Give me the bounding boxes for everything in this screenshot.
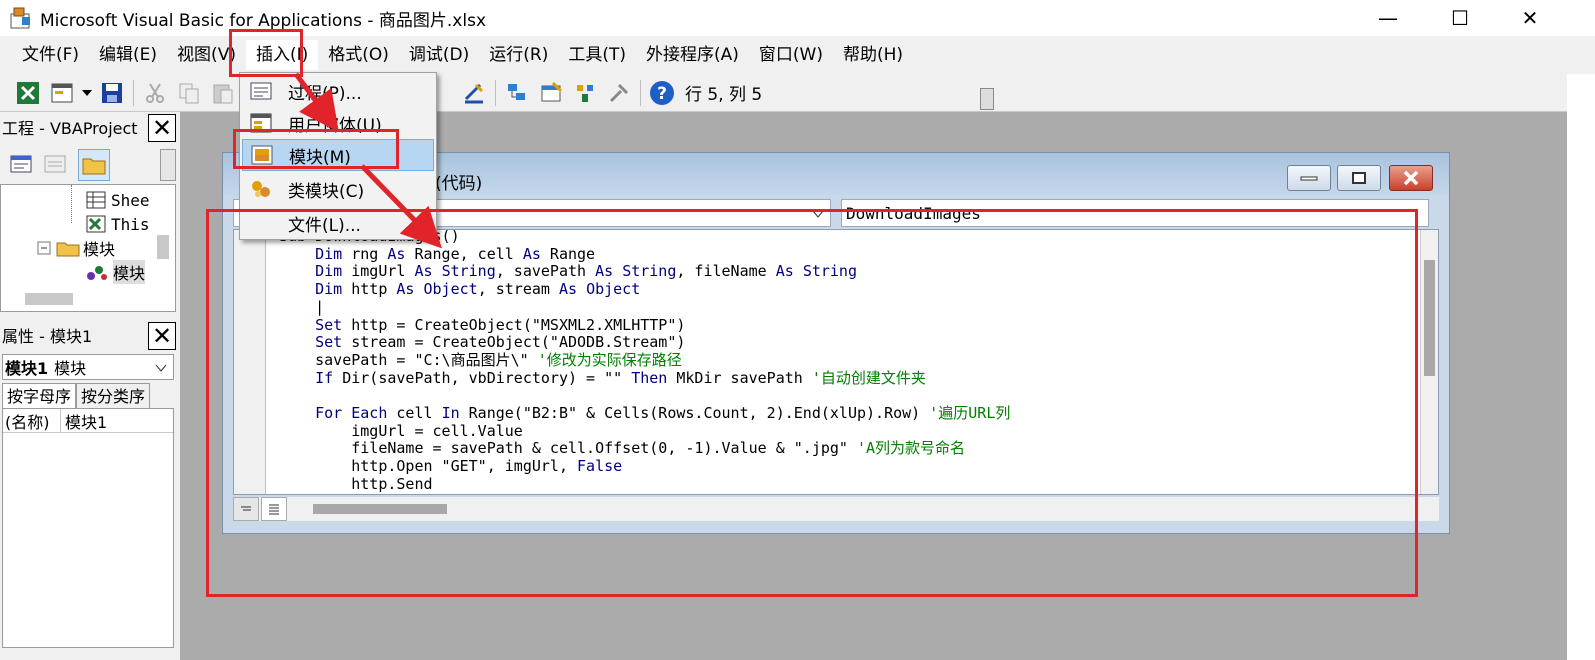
tree-folder-modules[interactable]: 模块: [37, 237, 115, 259]
design-mode-icon[interactable]: [460, 79, 488, 107]
insert-userform-icon[interactable]: [48, 79, 76, 107]
minimize-button[interactable]: —: [1353, 0, 1423, 36]
tree-item-sheet[interactable]: Shee: [85, 189, 150, 211]
close-button[interactable]: ✕: [1495, 0, 1565, 36]
folder-icon: [56, 242, 80, 257]
object-type: 模块: [54, 359, 87, 378]
worksheet-icon: [86, 191, 106, 209]
menu-item-label: 过程(P)...: [288, 83, 362, 104]
insert-class-module-item[interactable]: 类模块(C): [242, 173, 434, 205]
toggle-folders-icon[interactable]: [78, 149, 110, 181]
paste-icon[interactable]: [209, 79, 237, 107]
view-object-icon[interactable]: [42, 151, 70, 179]
code-window-title: (代码): [435, 174, 483, 194]
chevron-down-icon: [155, 364, 167, 372]
svg-text:?: ?: [657, 84, 667, 104]
toolbar-separator: [133, 79, 134, 106]
code-window-close-icon[interactable]: [1389, 165, 1433, 191]
maximize-button[interactable]: ☐: [1425, 0, 1495, 36]
tab-categorized[interactable]: 按分类序: [76, 383, 151, 409]
tree-vscroll-thumb[interactable]: [157, 235, 169, 259]
properties-pane-title-text: 属性 - 模块1: [2, 327, 93, 346]
code-window-minimize-icon[interactable]: [1287, 165, 1331, 191]
property-row[interactable]: (名称) 模块1: [3, 409, 173, 433]
insert-procedure-item[interactable]: 过程(P)...: [242, 75, 434, 107]
project-tree: Shee This 模块 模块: [0, 184, 176, 312]
excel-icon[interactable]: [14, 79, 42, 107]
workbook-icon: [86, 215, 106, 233]
toolbar-empty-area: [1000, 74, 1595, 112]
module-icon: [87, 266, 107, 280]
tree-item-module[interactable]: 模块: [85, 260, 146, 284]
tab-alphabetic[interactable]: 按字母序: [2, 383, 77, 409]
tree-item-label: This: [111, 214, 150, 234]
project-pane-toolbar: [0, 145, 180, 183]
project-explorer-icon[interactable]: [503, 79, 531, 107]
annotation-box-module-item: [233, 129, 399, 169]
object-select[interactable]: 模块1 模块: [2, 354, 174, 380]
tree-hscroll-thumb[interactable]: [25, 293, 73, 305]
vba-app-icon: [8, 5, 34, 31]
annotation-box-insert-menu: [229, 29, 303, 77]
tree-item-label: 模块: [113, 260, 146, 284]
view-code-icon[interactable]: [8, 151, 36, 179]
toolbar-options-icon[interactable]: [980, 88, 994, 110]
pane-scroll-icon[interactable]: [160, 149, 176, 181]
tree-item-workbook[interactable]: This: [85, 213, 150, 235]
properties-tabs: 按字母序 按分类序: [2, 383, 151, 409]
help-icon[interactable]: ?: [648, 79, 676, 107]
window-right-edge: [1567, 74, 1595, 660]
toolbar-separator: [640, 79, 641, 106]
cursor-position: 行 5, 列 5: [685, 85, 763, 105]
menu-addins[interactable]: 外接程序(A): [636, 40, 749, 70]
menu-debug[interactable]: 调试(D): [399, 40, 479, 70]
standard-toolbar: ? 行 5, 列 5: [0, 74, 1000, 112]
menu-window[interactable]: 窗口(W): [749, 40, 833, 70]
save-icon[interactable]: [98, 79, 126, 107]
project-pane-title: 工程 - VBAProject ✕: [0, 112, 180, 142]
tree-item-label: 模块: [83, 240, 116, 259]
properties-grid: (名称) 模块1: [2, 408, 174, 648]
toolbox-icon[interactable]: [605, 79, 633, 107]
menu-edit[interactable]: 编辑(E): [89, 40, 167, 70]
object-browser-icon[interactable]: [571, 79, 599, 107]
cut-icon[interactable]: [141, 79, 169, 107]
chevron-down-icon[interactable]: [79, 79, 95, 107]
object-name: 模块1: [5, 359, 49, 378]
tree-item-label: Shee: [111, 190, 150, 210]
menu-file[interactable]: 文件(F): [12, 40, 89, 70]
collapse-icon[interactable]: [37, 241, 51, 255]
property-value: 模块1: [65, 413, 108, 432]
project-pane-title-text: 工程 - VBAProject: [2, 119, 138, 138]
copy-icon[interactable]: [175, 79, 203, 107]
tree-line: [71, 185, 72, 223]
code-window-restore-icon[interactable]: [1337, 165, 1381, 191]
menu-tools[interactable]: 工具(T): [558, 40, 636, 70]
code-vscroll[interactable]: [1420, 230, 1438, 494]
menu-run[interactable]: 运行(R): [479, 40, 558, 70]
properties-window-icon[interactable]: [537, 79, 565, 107]
annotation-box-code-area: [206, 209, 1418, 597]
properties-pane-close-icon[interactable]: ✕: [148, 322, 176, 350]
project-pane-close-icon[interactable]: ✕: [148, 114, 176, 142]
toolbar-separator: [495, 79, 496, 106]
procedure-icon: [248, 78, 274, 104]
menu-format[interactable]: 格式(O): [318, 40, 399, 70]
vscroll-thumb[interactable]: [1424, 260, 1435, 376]
properties-pane-title: 属性 - 模块1 ✕: [0, 320, 180, 350]
window-title: Microsoft Visual Basic for Applications …: [40, 10, 487, 31]
menu-help[interactable]: 帮助(H): [833, 40, 913, 70]
class-module-icon: [248, 176, 274, 202]
property-name: (名称): [3, 409, 61, 432]
menu-item-label: 类模块(C): [288, 181, 365, 202]
